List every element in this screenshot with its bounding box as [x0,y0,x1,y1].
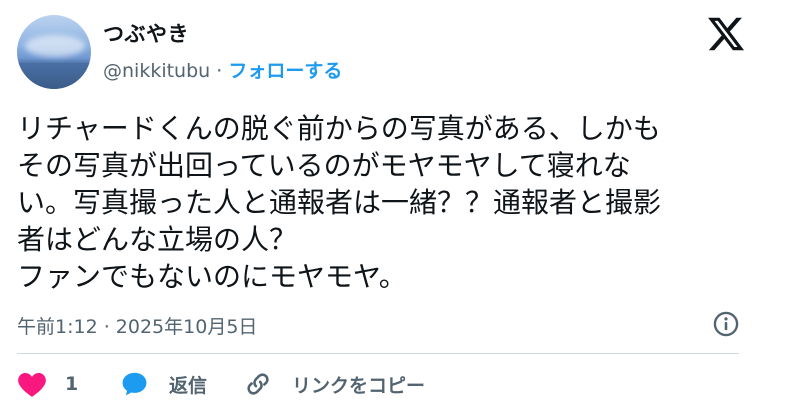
user-handle[interactable]: @nikkitubu [103,60,210,82]
info-icon[interactable] [712,310,740,338]
tweet-text-line: ファンでもないのにモヤモヤ。 [17,260,407,293]
avatar-sea [17,63,91,89]
tweet-text-line: い。写真撮った人と通報者は一緒？？通報者と撮影 [17,186,662,219]
timestamp[interactable]: 午前1:12 · 2025年10月5日 [17,312,257,339]
action-bar: 1 返信 リンクをコピー [0,360,788,410]
handle-row: @nikkitubu · フォローする [103,56,342,83]
tweet-text-line: 者はどんな立場の人？ [17,223,298,256]
avatar-cloud [25,35,85,57]
link-icon [247,373,269,395]
tweet-text-line: リチャードくんの脱ぐ前からの写真がある、しかも [17,112,661,145]
like-button[interactable]: 1 [17,370,78,398]
avatar[interactable] [17,15,91,89]
display-name[interactable]: つぶやき [103,18,189,48]
copy-link-button[interactable]: リンクをコピー [244,370,425,398]
reply-label: 返信 [169,374,208,397]
follow-button[interactable]: フォローする [228,60,342,82]
x-logo-icon[interactable] [706,14,746,54]
heart-icon [18,372,46,397]
speech-bubble-icon [122,372,147,396]
like-count: 1 [65,373,79,395]
tweet-text: リチャードくんの脱ぐ前からの写真がある、しかも その写真が出回っているのがモヤモ… [17,110,757,295]
tweet-text-line: その写真が出回っているのがモヤモヤして寝れな [17,149,631,182]
tweet-card: つぶやき @nikkitubu · フォローする リチャードくんの脱ぐ前からの写… [0,0,788,413]
reply-button[interactable]: 返信 [120,370,207,398]
copy-link-label: リンクをコピー [292,374,426,397]
handle-separator: · [210,60,229,82]
divider [17,353,739,354]
